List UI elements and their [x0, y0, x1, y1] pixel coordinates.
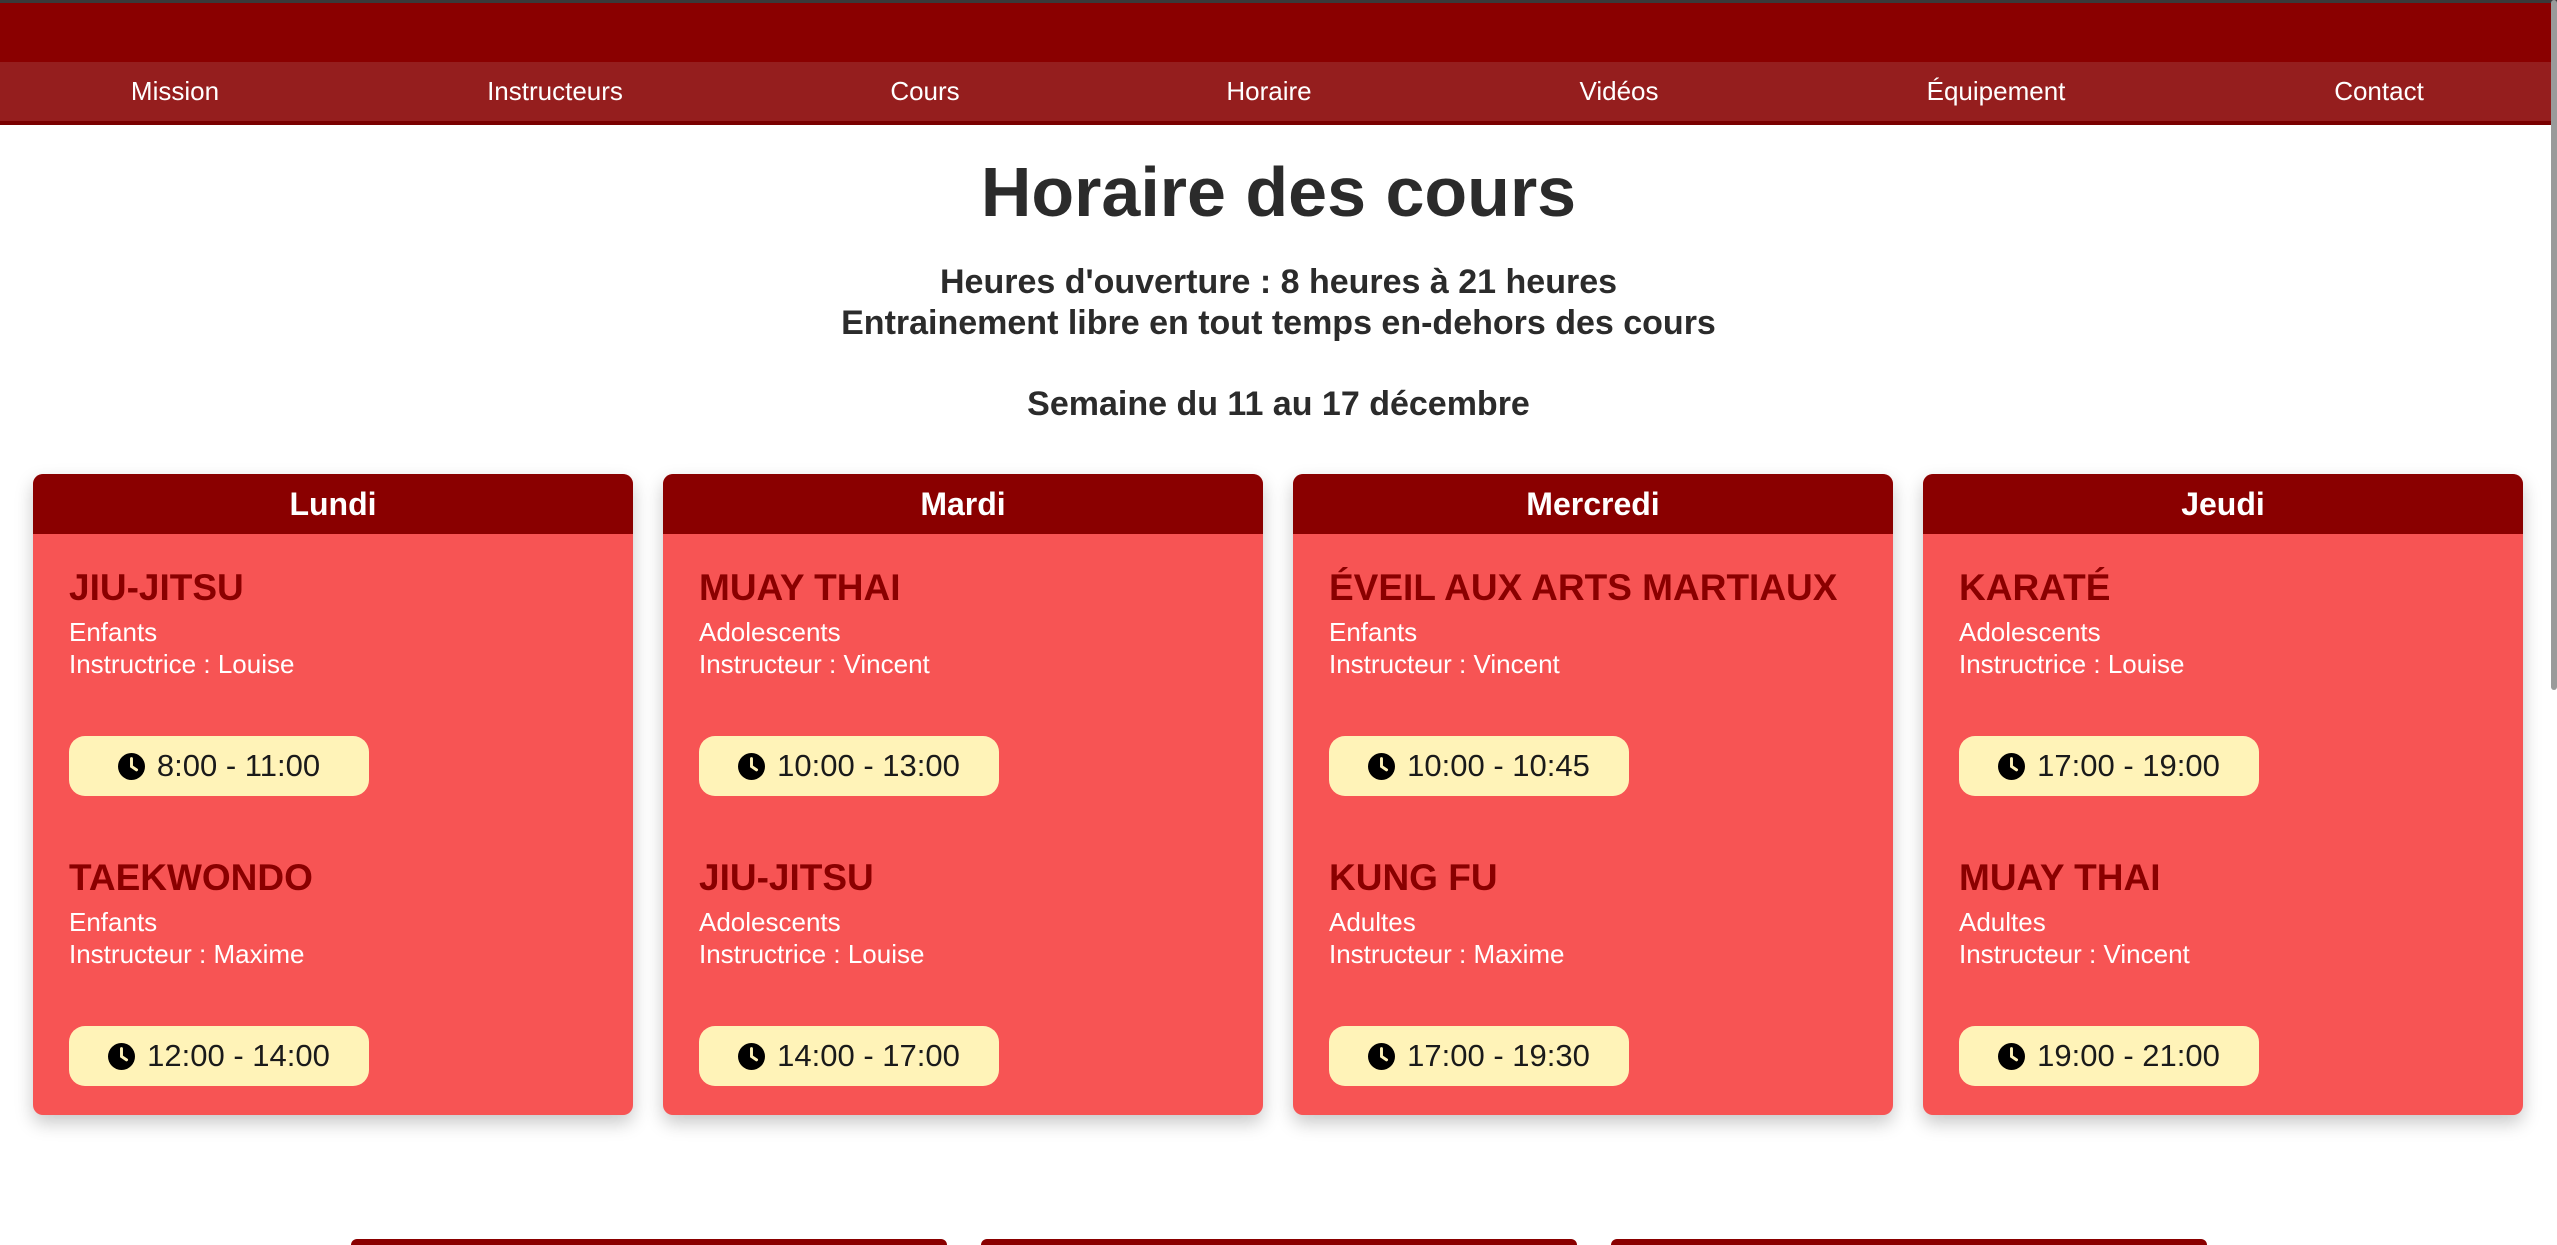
- course-item: JIU-JITSU Enfants Instructrice : Louise …: [69, 566, 613, 796]
- course-level: Adultes: [1329, 907, 1416, 937]
- time-badge: 10:00 - 10:45: [1329, 736, 1629, 796]
- time-badge: 12:00 - 14:00: [69, 1026, 369, 1086]
- page: Mission Instructeurs Cours Horaire Vidéo…: [0, 0, 2557, 1245]
- main-nav: Mission Instructeurs Cours Horaire Vidéo…: [0, 62, 2557, 125]
- course-name: JIU-JITSU: [69, 567, 244, 608]
- course-level: Enfants: [69, 617, 158, 647]
- time-text: 8:00 - 11:00: [156, 748, 321, 783]
- time-badge: 10:00 - 13:00: [699, 736, 999, 796]
- course-item: KUNG FU Adultes Instructeur : Maxime 17:…: [1329, 856, 1873, 1086]
- course-level: Adultes: [1959, 907, 2046, 937]
- clock-icon: [1368, 1042, 1396, 1070]
- course-instructor: Instructrice : Louise: [699, 939, 925, 969]
- course-level: Enfants: [69, 907, 158, 937]
- course-instructor: Instructeur : Vincent: [1329, 649, 1560, 679]
- course-level: Enfants: [1329, 617, 1418, 647]
- course-name: KARATÉ: [1959, 567, 2111, 608]
- time-text: 12:00 - 14:00: [147, 1038, 330, 1073]
- course-instructor: Instructeur : Vincent: [1959, 939, 2190, 969]
- course-instructor: Instructrice : Louise: [1959, 649, 2185, 679]
- nav-item-horaire[interactable]: Horaire: [1226, 62, 1311, 121]
- nav-item-videos[interactable]: Vidéos: [1579, 62, 1658, 121]
- time-text: 10:00 - 10:45: [1407, 748, 1590, 783]
- day-card-lundi: Lundi JIU-JITSU Enfants Instructrice : L…: [33, 474, 633, 1115]
- nav-item-contact[interactable]: Contact: [2334, 62, 2424, 121]
- day-card-next-row: [351, 1239, 947, 1245]
- site-header-bar: [0, 3, 2557, 62]
- course-name: MUAY THAI: [699, 567, 901, 608]
- time-text: 14:00 - 17:00: [777, 1038, 960, 1073]
- course-instructor: Instructrice : Louise: [69, 649, 295, 679]
- nav-item-cours[interactable]: Cours: [890, 62, 959, 121]
- time-badge: 17:00 - 19:00: [1959, 736, 2259, 796]
- course-item: TAEKWONDO Enfants Instructeur : Maxime 1…: [69, 856, 613, 1086]
- day-card-jeudi: Jeudi KARATÉ Adolescents Instructrice : …: [1923, 474, 2523, 1115]
- time-text: 17:00 - 19:30: [1407, 1038, 1590, 1073]
- course-level: Adolescents: [699, 617, 841, 647]
- course-item: MUAY THAI Adultes Instructeur : Vincent …: [1959, 856, 2503, 1086]
- clock-icon: [1998, 1042, 2026, 1070]
- course-item: ÉVEIL AUX ARTS MARTIAUX Enfants Instruct…: [1329, 566, 1873, 796]
- nav-item-equipement[interactable]: Équipement: [1927, 62, 2066, 121]
- time-badge: 19:00 - 21:00: [1959, 1026, 2259, 1086]
- course-instructor: Instructeur : Vincent: [699, 649, 930, 679]
- time-text: 10:00 - 13:00: [777, 748, 960, 783]
- course-name: MUAY THAI: [1959, 857, 2161, 898]
- day-header: Jeudi: [1923, 474, 2523, 534]
- course-item: JIU-JITSU Adolescents Instructrice : Lou…: [699, 856, 1243, 1086]
- course-item: KARATÉ Adolescents Instructrice : Louise…: [1959, 566, 2503, 796]
- clock-icon: [108, 1042, 136, 1070]
- course-name: JIU-JITSU: [699, 857, 874, 898]
- course-level: Adolescents: [1959, 617, 2101, 647]
- page-scrollbar[interactable]: [2551, 0, 2557, 690]
- course-name: TAEKWONDO: [69, 857, 313, 898]
- open-training-note: Entrainement libre en tout temps en-deho…: [841, 304, 1716, 342]
- time-text: 19:00 - 21:00: [2037, 1038, 2220, 1073]
- nav-item-instructeurs[interactable]: Instructeurs: [487, 62, 623, 121]
- time-text: 17:00 - 19:00: [2037, 748, 2220, 783]
- day-header: Mercredi: [1293, 474, 1893, 534]
- time-badge: 14:00 - 17:00: [699, 1026, 999, 1086]
- time-badge: 17:00 - 19:30: [1329, 1026, 1629, 1086]
- opening-hours: Heures d'ouverture : 8 heures à 21 heure…: [939, 263, 1618, 301]
- course-instructor: Instructeur : Maxime: [1329, 939, 1565, 969]
- page-title: Horaire des cours: [980, 153, 1577, 231]
- clock-icon: [738, 752, 766, 780]
- course-level: Adolescents: [699, 907, 841, 937]
- clock-icon: [738, 1042, 766, 1070]
- course-item: MUAY THAI Adolescents Instructeur : Vinc…: [699, 566, 1243, 796]
- week-label: Semaine du 11 au 17 décembre: [1027, 385, 1530, 423]
- day-card-next-row: [1611, 1239, 2207, 1245]
- clock-icon: [1998, 752, 2026, 780]
- nav-item-mission[interactable]: Mission: [131, 62, 219, 121]
- day-card-mercredi: Mercredi ÉVEIL AUX ARTS MARTIAUX Enfants…: [1293, 474, 1893, 1115]
- day-card-next-row: [981, 1239, 1577, 1245]
- day-header: Lundi: [33, 474, 633, 534]
- course-name: ÉVEIL AUX ARTS MARTIAUX: [1329, 567, 1838, 608]
- time-badge: 8:00 - 11:00: [69, 736, 369, 796]
- clock-icon: [117, 752, 145, 780]
- day-header: Mardi: [663, 474, 1263, 534]
- clock-icon: [1368, 752, 1396, 780]
- day-card-mardi: Mardi MUAY THAI Adolescents Instructeur …: [663, 474, 1263, 1115]
- course-name: KUNG FU: [1329, 857, 1498, 898]
- course-instructor: Instructeur : Maxime: [69, 939, 305, 969]
